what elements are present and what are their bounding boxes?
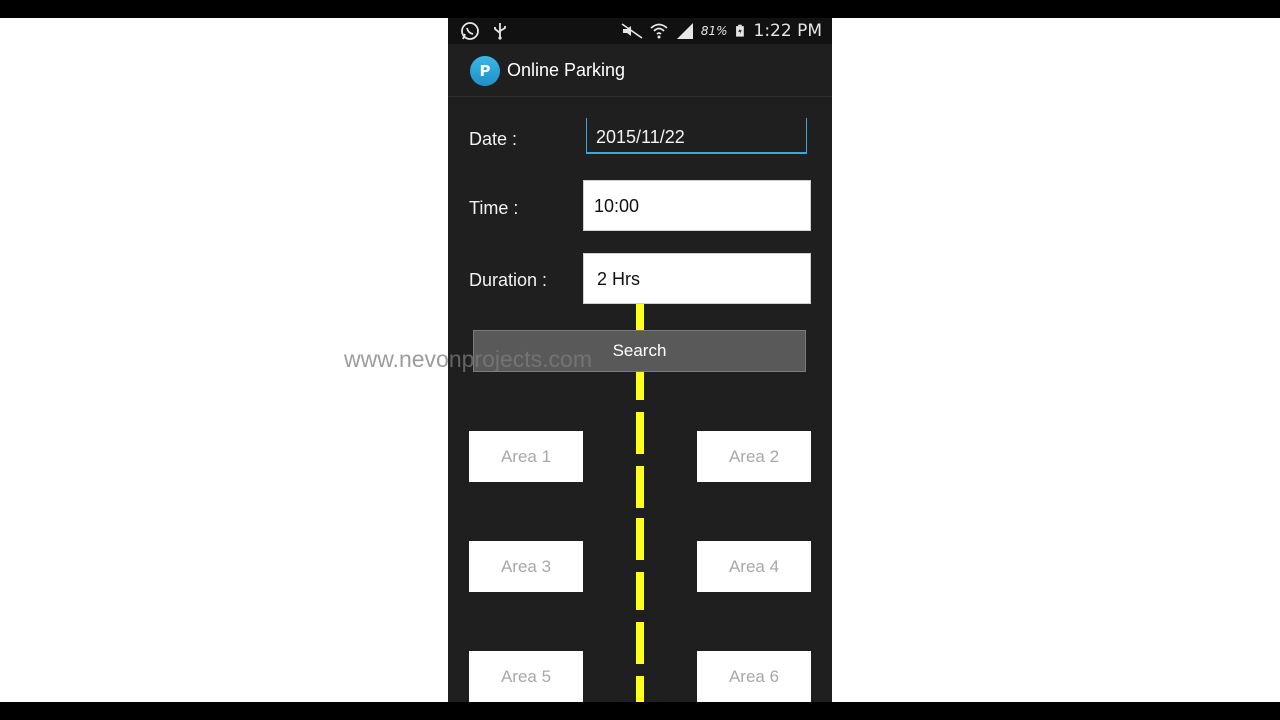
road-stripe [636,304,644,330]
video-top-letterbox [0,0,1280,18]
road-stripe [636,466,644,508]
time-label: Time : [469,198,519,218]
app-title: Online Parking [507,60,626,80]
area-1-button[interactable]: Area 1 [469,431,583,482]
duration-value: 2 Hrs [597,269,641,289]
action-bar: P Online Parking [448,44,832,97]
watermark: www.nevonprojects.com [344,346,592,372]
signal-icon [676,23,693,39]
time-value: 10:00 [594,196,640,216]
area-3-button[interactable]: Area 3 [469,541,583,592]
date-label: Date : [469,129,518,149]
clock: 1:22 PM [753,21,823,41]
area-2-button[interactable]: Area 2 [697,431,811,482]
time-field[interactable]: 10:00 [583,180,811,231]
date-value: 2015/11/22 [596,127,685,147]
whatsapp-icon [461,22,479,40]
battery-icon [735,24,744,37]
search-button-label: Search [612,341,667,360]
app-icon[interactable]: P [470,56,500,86]
road-stripe [636,518,644,560]
road-stripe [636,622,644,664]
video-bottom-letterbox [0,702,1280,720]
status-bar: 81% 1:22 PM [448,18,832,44]
battery-percent: 81% [700,24,728,38]
duration-field[interactable]: 2 Hrs [583,253,811,304]
date-field[interactable]: 2015/11/22 [586,118,807,154]
road-stripe [636,372,644,400]
area-6-button[interactable]: Area 6 [697,651,811,702]
road-stripe [636,412,644,454]
wifi-icon [650,23,668,39]
area-5-button[interactable]: Area 5 [469,651,583,702]
area-4-button[interactable]: Area 4 [697,541,811,592]
app-icon-letter: P [479,62,491,80]
usb-icon [494,23,506,40]
duration-label: Duration : [469,270,548,290]
road-stripe [636,572,644,610]
mute-icon [621,23,643,39]
road-stripe [636,676,644,702]
